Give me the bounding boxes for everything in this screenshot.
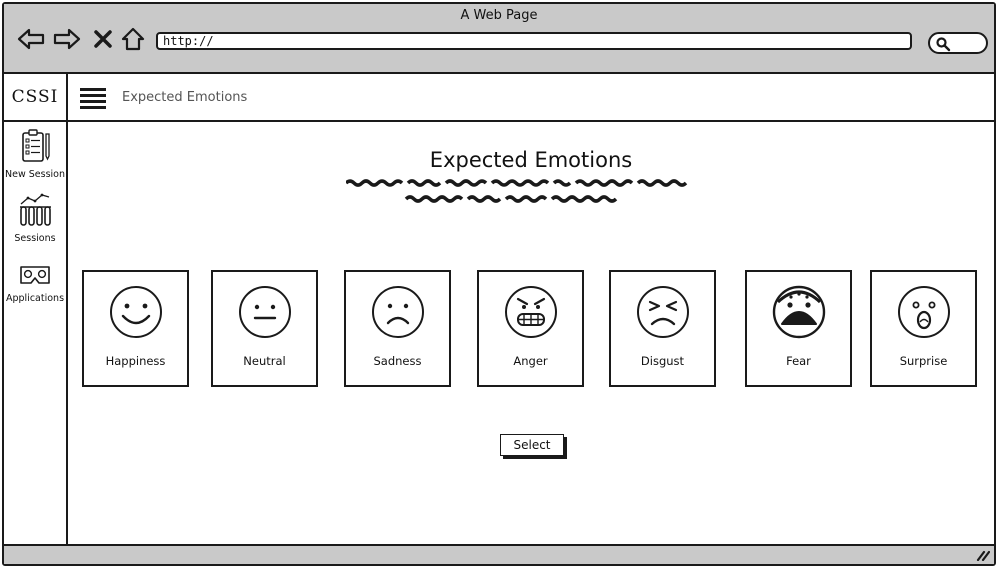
emotion-label: Surprise [899, 354, 948, 368]
search-icon [936, 37, 951, 52]
emotion-label: Disgust [640, 354, 685, 368]
emotion-card-sadness[interactable]: Sadness [344, 270, 451, 387]
url-input[interactable] [156, 32, 912, 50]
forward-arrow-icon[interactable] [52, 24, 82, 54]
home-icon[interactable] [118, 24, 148, 54]
main-content: Expected Emotions Happiness Neutral Sadn… [68, 122, 994, 546]
angry-face-icon [504, 286, 557, 338]
emotion-card-neutral[interactable]: Neutral [211, 270, 318, 387]
back-arrow-icon[interactable] [16, 24, 46, 54]
emotion-card-fear[interactable]: Fear [745, 270, 852, 387]
emotion-label: Sadness [373, 354, 422, 368]
clipboard-checklist-icon [22, 129, 50, 162]
emotion-card-disgust[interactable]: Disgust [609, 270, 716, 387]
browser-chrome: A Web Page [4, 4, 994, 74]
sidebar-item-label: New Session [5, 169, 65, 180]
sidebar-item-applications[interactable]: Applications [4, 262, 66, 304]
breadcrumb: Expected Emotions [122, 90, 248, 105]
emotion-label: Neutral [243, 354, 286, 368]
surprised-face-icon [897, 286, 950, 338]
resize-grip-icon[interactable] [976, 549, 990, 561]
vr-headset-icon [20, 266, 50, 284]
emotion-card-happiness[interactable]: Happiness [82, 270, 189, 387]
page-title: Expected Emotions [429, 148, 633, 172]
sad-face-icon [371, 286, 424, 338]
sidebar-item-label: Applications [5, 293, 65, 304]
sidebar-item-sessions[interactable]: Sessions [4, 192, 66, 244]
top-bar: Expected Emotions [68, 74, 994, 122]
select-button[interactable]: Select [500, 434, 564, 456]
test-tubes-chart-icon [20, 193, 51, 226]
close-x-icon[interactable] [88, 24, 118, 54]
browser-window: A Web Page CSSI [2, 2, 996, 566]
sidebar-item-new-session[interactable]: New Session [4, 128, 66, 180]
emotion-label: Happiness [105, 354, 166, 368]
disgusted-face-icon [636, 286, 689, 338]
status-bar [4, 544, 994, 564]
emotion-label: Anger [513, 354, 548, 368]
sidebar: CSSI New Session Sessions Applications [4, 74, 68, 546]
emotion-card-anger[interactable]: Anger [477, 270, 584, 387]
happy-face-icon [109, 286, 162, 338]
neutral-face-icon [238, 286, 291, 338]
search-input[interactable] [928, 32, 988, 54]
fearful-face-icon [772, 285, 825, 339]
emotion-label: Fear [786, 354, 811, 368]
brand-logo: CSSI [4, 74, 66, 122]
hamburger-menu-icon[interactable] [80, 88, 106, 110]
sidebar-item-label: Sessions [14, 233, 56, 244]
emotion-cards: Happiness Neutral Sadness Anger Disgust … [68, 270, 994, 390]
window-title: A Web Page [460, 8, 538, 23]
emotion-card-surprise[interactable]: Surprise [870, 270, 977, 387]
placeholder-text-scribble [68, 176, 994, 210]
